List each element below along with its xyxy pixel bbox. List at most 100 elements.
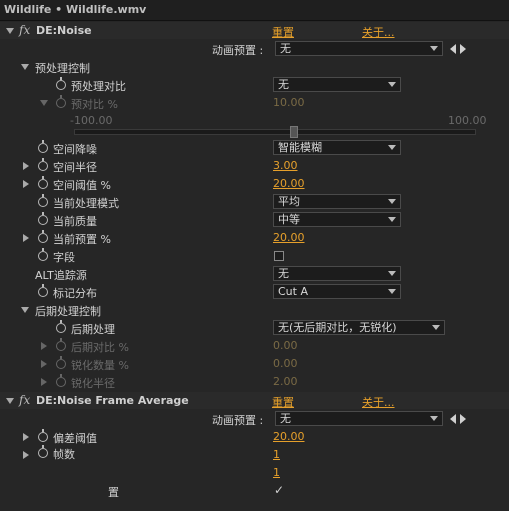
current-quality-dropdown[interactable]: 中等: [273, 212, 401, 227]
checkmark-icon[interactable]: ✓: [274, 483, 284, 497]
stopwatch-icon[interactable]: [38, 176, 48, 189]
spatial-radius-value[interactable]: 3.00: [273, 159, 298, 172]
stopwatch-icon[interactable]: [56, 338, 66, 351]
expand-spatial-radius-icon[interactable]: [23, 162, 29, 170]
sharpen-amount-value[interactable]: 0.00: [273, 357, 298, 370]
postprocess-group-row[interactable]: 后期处理控制: [0, 301, 509, 319]
stopwatch-icon[interactable]: [38, 158, 48, 171]
slider-max-label: 100.00: [448, 114, 487, 127]
current-mode-row: 当前处理模式 平均: [0, 193, 509, 211]
reset-row-label: 置: [108, 486, 119, 499]
pre-contrast-label: 预处理对比: [71, 80, 126, 93]
stopwatch-icon[interactable]: [38, 230, 48, 243]
prev-preset-icon[interactable]: [450, 44, 456, 54]
expand-post-contrast-icon[interactable]: [41, 342, 47, 350]
reset-link[interactable]: 重置: [272, 394, 294, 410]
about-link[interactable]: 关于...: [362, 394, 395, 410]
about-link[interactable]: 关于...: [362, 24, 395, 40]
expand-deviation-icon[interactable]: [23, 433, 29, 441]
expand-sharpen-radius-icon[interactable]: [41, 378, 47, 386]
expand-postprocess-icon[interactable]: [21, 307, 29, 313]
stopwatch-icon[interactable]: [38, 445, 48, 458]
sharpen-amount-label: 锐化数量 %: [71, 359, 129, 372]
effect-header-frame-average[interactable]: fx DE:Noise Frame Average 重置 关于...: [0, 392, 509, 409]
stopwatch-icon[interactable]: [56, 356, 66, 369]
expand-frames-icon[interactable]: [23, 451, 29, 459]
next-preset-icon[interactable]: [460, 44, 466, 54]
slider-thumb[interactable]: [290, 126, 298, 138]
stopwatch-icon[interactable]: [38, 194, 48, 207]
prev-preset-icon[interactable]: [450, 414, 456, 424]
sharpen-radius-value[interactable]: 2.00: [273, 375, 298, 388]
pre-contrast-dropdown[interactable]: 无: [273, 77, 401, 92]
row-3-value[interactable]: 1: [273, 466, 280, 479]
chevron-down-icon: [430, 46, 438, 51]
stopwatch-icon[interactable]: [38, 212, 48, 225]
current-mode-dropdown[interactable]: 平均: [273, 194, 401, 209]
spatial-threshold-value[interactable]: 20.00: [273, 177, 305, 190]
current-mode-label: 当前处理模式: [53, 197, 119, 210]
pre-amount-value[interactable]: 10.00: [273, 96, 305, 109]
preprocess-group-row[interactable]: 预处理控制: [0, 58, 509, 76]
fx-icon[interactable]: fx: [19, 393, 30, 407]
alt-source-dropdown[interactable]: 无: [273, 266, 401, 281]
stopwatch-icon[interactable]: [38, 284, 48, 297]
expand-preprocess-icon[interactable]: [21, 64, 29, 70]
expand-pre-amount-icon[interactable]: [40, 100, 48, 106]
marker-row: 标记分布 Cut A: [0, 283, 509, 301]
stopwatch-icon[interactable]: [38, 140, 48, 153]
marker-value: Cut A: [278, 285, 308, 298]
deviation-row: 偏差阈值 20.00: [0, 428, 509, 446]
post-process-row: 后期处理 无(无后期对比，无锐化): [0, 319, 509, 337]
spatial-noise-dropdown[interactable]: 智能模糊: [273, 140, 401, 155]
field-checkbox[interactable]: [274, 251, 284, 261]
current-quality-label: 当前质量: [53, 215, 97, 228]
anim-preset-dropdown[interactable]: 无: [275, 411, 443, 426]
alt-source-label: ALT追踪源: [35, 269, 87, 282]
sharpen-radius-row: 锐化半径 2.00: [0, 373, 509, 391]
row-3: 1: [0, 464, 509, 482]
next-preset-icon[interactable]: [460, 414, 466, 424]
expand-current-preset-icon[interactable]: [23, 234, 29, 242]
stopwatch-icon[interactable]: [56, 77, 66, 90]
anim-preset-row: 动画预置 : 无: [0, 40, 509, 58]
alt-source-row: ALT追踪源 无: [0, 265, 509, 283]
spatial-noise-value: 智能模糊: [278, 141, 322, 154]
stopwatch-icon[interactable]: [38, 248, 48, 261]
slider-min-label: -100.00: [70, 114, 113, 127]
expand-effect-icon[interactable]: [6, 28, 14, 34]
reset-link[interactable]: 重置: [272, 24, 294, 40]
stopwatch-icon[interactable]: [38, 429, 48, 442]
pre-amount-label: 预对比 %: [71, 98, 118, 111]
field-label: 字段: [53, 251, 75, 264]
stopwatch-icon[interactable]: [56, 374, 66, 387]
expand-sharpen-amount-icon[interactable]: [41, 360, 47, 368]
anim-preset-value: 无: [280, 42, 291, 55]
spatial-threshold-row: 空间阈值 % 20.00: [0, 175, 509, 193]
effect-name: DE:Noise: [36, 24, 92, 37]
expand-spatial-threshold-icon[interactable]: [23, 180, 29, 188]
spatial-noise-row: 空间降噪 智能模糊: [0, 139, 509, 157]
anim-preset-dropdown[interactable]: 无: [275, 41, 443, 56]
pre-contrast-row: 预处理对比 无: [0, 76, 509, 94]
fx-icon[interactable]: fx: [19, 23, 30, 37]
marker-dropdown[interactable]: Cut A: [273, 284, 401, 299]
field-row: 字段: [0, 247, 509, 265]
current-preset-value[interactable]: 20.00: [273, 231, 305, 244]
effect-name: DE:Noise Frame Average: [36, 394, 189, 407]
deviation-value[interactable]: 20.00: [273, 430, 305, 443]
stopwatch-icon[interactable]: [56, 320, 66, 333]
stopwatch-icon[interactable]: [56, 95, 66, 108]
frames-value[interactable]: 1: [273, 448, 280, 461]
anim-preset-label: 动画预置 :: [212, 44, 264, 57]
post-contrast-value[interactable]: 0.00: [273, 339, 298, 352]
spatial-threshold-label: 空间阈值 %: [53, 179, 111, 192]
expand-effect-icon[interactable]: [6, 398, 14, 404]
spatial-noise-label: 空间降噪: [53, 143, 97, 156]
pre-amount-slider[interactable]: [74, 129, 476, 135]
sharpen-amount-row: 锐化数量 % 0.00: [0, 355, 509, 373]
anim-preset-label: 动画预置 :: [212, 414, 264, 427]
post-process-dropdown[interactable]: 无(无后期对比，无锐化): [273, 320, 445, 335]
effect-header-denoise[interactable]: fx DE:Noise 重置 关于...: [0, 22, 509, 39]
slider-range-row: -100.00 100.00: [0, 112, 509, 130]
